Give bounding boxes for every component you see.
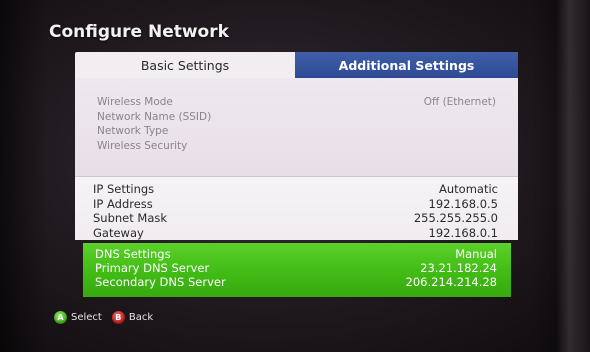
back-hint[interactable]: B Back — [111, 311, 154, 324]
row-ip-address: IP Address 192.168.0.5 — [75, 197, 518, 212]
select-hint[interactable]: A Select — [54, 311, 102, 324]
row-label: IP Address — [93, 196, 153, 211]
row-label: Gateway — [93, 225, 144, 240]
ip-settings-section[interactable]: IP Settings Automatic IP Address 192.168… — [75, 176, 518, 240]
row-label: IP Settings — [93, 182, 155, 196]
tab-basic-settings[interactable]: Basic Settings — [75, 52, 295, 78]
row-label: DNS Settings — [95, 247, 171, 261]
row-value: Off (Ethernet) — [423, 96, 496, 108]
dns-settings-section-selected[interactable]: DNS Settings Manual Primary DNS Server 2… — [83, 243, 511, 297]
row-network-name: Network Name (SSID) — [75, 111, 518, 126]
settings-panel: Basic Settings Additional Settings Wirel… — [75, 52, 518, 300]
row-label: Subnet Mask — [93, 211, 168, 225]
row-ip-settings: IP Settings Automatic — [75, 182, 518, 197]
row-value: 206.214.214.28 — [405, 275, 497, 289]
b-button-icon: B — [111, 311, 125, 324]
a-button-icon: A — [54, 311, 67, 324]
row-value: 255.255.255.0 — [413, 211, 498, 225]
row-network-type: Network Type — [75, 125, 518, 140]
button-hints: A Select B Back — [54, 311, 163, 324]
row-label: Wireless Mode — [97, 96, 173, 108]
row-subnet-mask: Subnet Mask 255.255.255.0 — [75, 211, 518, 226]
tab-bar: Basic Settings Additional Settings — [75, 52, 518, 78]
screen-edge — [556, 0, 590, 352]
row-dns-settings: DNS Settings Manual — [83, 247, 511, 261]
row-value: 192.168.0.5 — [428, 196, 499, 211]
row-label: Wireless Security — [97, 139, 188, 152]
row-wireless-security: Wireless Security — [75, 140, 518, 155]
row-value: 192.168.0.1 — [428, 225, 499, 240]
row-value: Automatic — [439, 182, 498, 196]
back-hint-label: Back — [128, 312, 154, 323]
row-secondary-dns: Secondary DNS Server 206.214.214.28 — [83, 275, 511, 289]
row-value: 23.21.182.24 — [420, 261, 497, 275]
row-value: Manual — [455, 247, 497, 261]
tab-additional-settings[interactable]: Additional Settings — [295, 52, 518, 78]
row-label: Secondary DNS Server — [95, 275, 226, 289]
row-gateway: Gateway 192.168.0.1 — [75, 226, 518, 241]
page-title: Configure Network — [49, 22, 229, 42]
row-label: Network Type — [97, 125, 169, 137]
row-label: Primary DNS Server — [95, 261, 210, 275]
row-primary-dns: Primary DNS Server 23.21.182.24 — [83, 261, 511, 275]
select-hint-label: Select — [71, 312, 102, 323]
row-label: Network Name (SSID) — [97, 110, 212, 123]
row-wireless-mode: Wireless Mode Off (Ethernet) — [75, 96, 518, 111]
